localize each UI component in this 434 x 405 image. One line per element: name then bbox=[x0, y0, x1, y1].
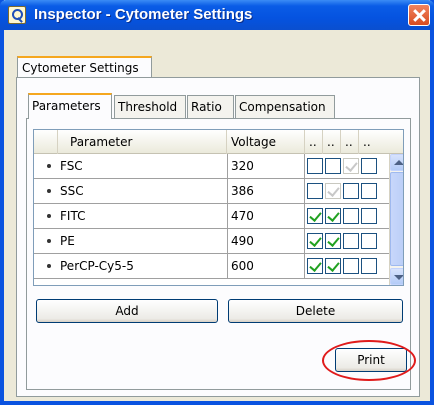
delete-button[interactable]: Delete bbox=[228, 299, 403, 323]
table-row[interactable]: PerCP-Cy5-5 600 bbox=[34, 254, 389, 279]
scroll-up-button[interactable] bbox=[390, 154, 403, 171]
grid-header: Parameter Voltage .. .. .. .. bbox=[34, 130, 403, 154]
checkbox[interactable] bbox=[307, 208, 323, 224]
parameter-name[interactable]: FSC bbox=[60, 159, 225, 173]
checkbox[interactable] bbox=[325, 258, 341, 274]
checkbox[interactable] bbox=[307, 233, 323, 249]
table-row[interactable]: FITC 470 bbox=[34, 204, 389, 229]
parameter-name[interactable]: FITC bbox=[60, 209, 225, 223]
parameter-name[interactable]: PE bbox=[60, 234, 225, 248]
row-bullet-icon bbox=[47, 189, 51, 193]
parameter-name[interactable]: PerCP-Cy5-5 bbox=[60, 259, 225, 273]
tab-cytometer-settings[interactable]: Cytometer Settings bbox=[17, 56, 152, 78]
column-header-voltage[interactable]: Voltage bbox=[227, 130, 305, 154]
voltage-value[interactable]: 600 bbox=[227, 254, 305, 278]
voltage-value[interactable]: 490 bbox=[227, 229, 305, 253]
checkbox bbox=[325, 183, 341, 199]
checkbox[interactable] bbox=[307, 158, 323, 174]
voltage-value[interactable]: 320 bbox=[227, 154, 305, 178]
window-title: Inspector - Cytometer Settings bbox=[34, 6, 253, 23]
title-bar[interactable]: Inspector - Cytometer Settings bbox=[0, 0, 434, 30]
table-row[interactable]: FSC 320 bbox=[34, 154, 389, 179]
scroll-thumb[interactable] bbox=[390, 172, 403, 266]
checkbox[interactable] bbox=[343, 233, 359, 249]
tab-ratio[interactable]: Ratio bbox=[187, 95, 234, 118]
add-button[interactable]: Add bbox=[36, 299, 218, 323]
close-icon[interactable] bbox=[408, 4, 430, 26]
row-bullet-icon bbox=[47, 239, 51, 243]
voltage-value[interactable]: 386 bbox=[227, 179, 305, 203]
checkbox[interactable] bbox=[343, 183, 359, 199]
voltage-value[interactable]: 470 bbox=[227, 204, 305, 228]
checkbox[interactable] bbox=[325, 208, 341, 224]
highlight-circle bbox=[322, 340, 416, 381]
tab-compensation[interactable]: Compensation bbox=[235, 95, 335, 118]
checkbox[interactable] bbox=[325, 158, 341, 174]
checkbox[interactable] bbox=[361, 258, 377, 274]
checkbox[interactable] bbox=[325, 233, 341, 249]
checkbox[interactable] bbox=[343, 208, 359, 224]
scroll-down-button[interactable] bbox=[390, 268, 403, 285]
checkbox[interactable] bbox=[361, 183, 377, 199]
chevron-down-icon bbox=[394, 275, 403, 280]
grid-row-header-corner bbox=[34, 130, 58, 154]
column-header-1[interactable]: .. bbox=[305, 130, 323, 154]
row-bullet-icon bbox=[47, 164, 51, 168]
parameter-name[interactable]: SSC bbox=[60, 184, 225, 198]
parameters-grid: Parameter Voltage .. .. .. .. FSC 320 SS… bbox=[33, 129, 404, 286]
column-header-4[interactable]: .. bbox=[359, 130, 389, 154]
checkbox[interactable] bbox=[361, 158, 377, 174]
row-bullet-icon bbox=[47, 264, 51, 268]
column-header-parameter[interactable]: Parameter bbox=[58, 130, 227, 154]
table-row[interactable]: PE 490 bbox=[34, 229, 389, 254]
checkbox[interactable] bbox=[361, 208, 377, 224]
column-header-2[interactable]: .. bbox=[323, 130, 341, 154]
tab-parameters[interactable]: Parameters bbox=[28, 93, 112, 119]
inspector-icon bbox=[8, 6, 26, 24]
tab-threshold[interactable]: Threshold bbox=[114, 95, 186, 118]
table-row[interactable]: SSC 386 bbox=[34, 179, 389, 204]
checkbox[interactable] bbox=[343, 258, 359, 274]
checkbox[interactable] bbox=[307, 183, 323, 199]
chevron-up-icon bbox=[394, 160, 403, 165]
column-header-3[interactable]: .. bbox=[341, 130, 359, 154]
row-bullet-icon bbox=[47, 214, 51, 218]
checkbox bbox=[343, 158, 359, 174]
grid-vertical-scrollbar[interactable] bbox=[389, 154, 403, 285]
checkbox[interactable] bbox=[361, 233, 377, 249]
checkbox[interactable] bbox=[307, 258, 323, 274]
